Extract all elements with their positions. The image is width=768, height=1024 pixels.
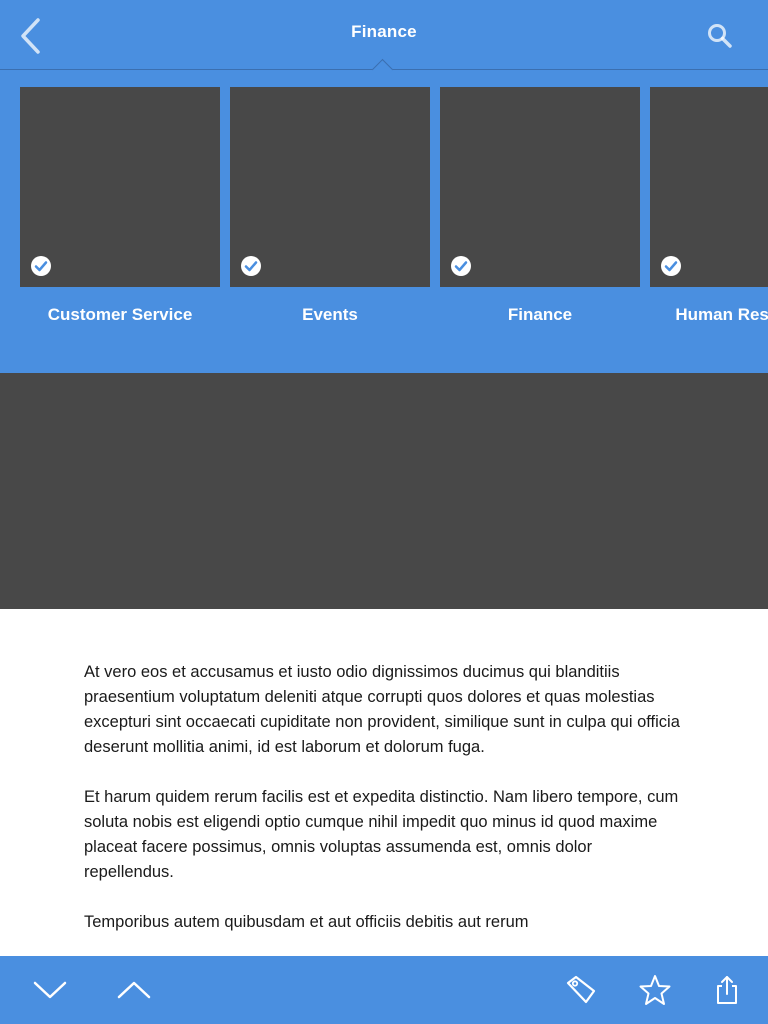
tag-icon	[566, 975, 596, 1004]
article-paragraph: At vero eos et accusamus et iusto odio d…	[84, 663, 680, 756]
check-circle-icon	[661, 256, 681, 276]
category-label: Finance	[507, 305, 573, 324]
search-button[interactable]	[700, 16, 740, 56]
category-header: Finance Customer Service Events Finance …	[0, 0, 768, 373]
check-circle-icon	[31, 256, 51, 276]
favorite-button[interactable]	[635, 970, 675, 1010]
chevron-up-icon	[117, 981, 151, 999]
star-icon	[639, 975, 671, 1005]
page-title: Finance	[351, 22, 417, 41]
article-body: At vero eos et accusamus et iusto odio d…	[84, 660, 684, 960]
category-card-events[interactable]: Events	[230, 87, 430, 337]
category-card-finance[interactable]: Finance	[440, 87, 640, 337]
category-card-human-resources[interactable]: Human Resources	[650, 87, 768, 337]
search-icon	[708, 24, 732, 48]
chevron-down-icon	[33, 981, 67, 999]
article-paragraph: Temporibus autem quibusdam et aut offici…	[84, 913, 529, 931]
previous-article-button[interactable]	[114, 970, 154, 1010]
share-button[interactable]	[707, 970, 747, 1010]
bottom-toolbar	[0, 956, 768, 1024]
category-carousel[interactable]: Customer Service Events Finance Human Re…	[0, 87, 768, 347]
tag-button[interactable]	[561, 970, 601, 1010]
check-circle-icon	[241, 256, 261, 276]
check-circle-icon	[451, 256, 471, 276]
next-article-button[interactable]	[30, 970, 70, 1010]
category-label: Customer Service	[47, 305, 193, 324]
category-label: Human Resources	[675, 305, 768, 324]
category-card-customer-service[interactable]: Customer Service	[20, 87, 220, 337]
article-paragraph: Et harum quidem rerum facilis est et exp…	[84, 788, 679, 881]
hero-image	[0, 373, 768, 609]
share-icon	[717, 976, 737, 1004]
category-label: Events	[302, 305, 358, 324]
